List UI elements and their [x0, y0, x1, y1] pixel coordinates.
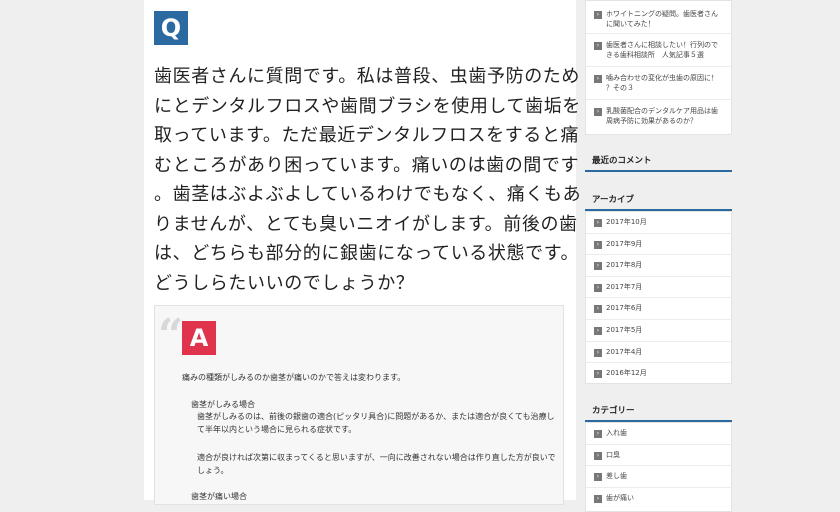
- chevron-right-icon: ›: [594, 348, 602, 357]
- archive-item[interactable]: › 2017年7月: [586, 277, 731, 299]
- question-line: にとデンタルフロスや歯間ブラシを使用して歯垢を: [154, 95, 581, 117]
- archive-label: 2017年6月: [606, 304, 643, 313]
- popular-post-line: に聞いてみた！: [606, 20, 655, 28]
- category-item[interactable]: › 口臭: [586, 445, 731, 467]
- chevron-right-icon: ›: [594, 283, 602, 292]
- category-label: 差し歯: [606, 472, 627, 481]
- chevron-right-icon: ›: [594, 473, 602, 482]
- archive-item[interactable]: › 2017年9月: [586, 234, 731, 256]
- category-item[interactable]: › 入れ歯: [586, 423, 731, 445]
- recent-comments-heading: 最近のコメント: [585, 152, 732, 172]
- archive-label: 2017年5月: [606, 325, 643, 334]
- quote-icon: “: [158, 310, 184, 361]
- chevron-right-icon: ›: [594, 240, 602, 249]
- answer-case1-text: 適合が良ければ次第に収まってくると思いますが、一向に改善されない場合は作り直した…: [197, 453, 556, 462]
- popular-posts-list: › ホワイトニングの疑問。歯医者さん に聞いてみた！ › 歯医者さんに相談したい…: [585, 0, 732, 135]
- popular-post-line: 歯医者さんに相談したい！行列ので: [606, 41, 718, 49]
- archive-label: 2017年8月: [606, 261, 643, 270]
- question-line: どうしらたいいのでしょうか？: [154, 272, 415, 294]
- question-line: は、どちらも部分的に銀歯になっている状態です。: [154, 243, 580, 264]
- popular-post-line: 乳酸菌配合のデンタルケア用品は歯: [606, 107, 718, 115]
- category-label: 歯が痛い: [606, 493, 634, 502]
- archive-label: 2017年10月: [606, 218, 647, 226]
- popular-post-line: ホワイトニングの疑問。歯医者さん: [606, 10, 718, 18]
- category-label: 入れ歯: [606, 429, 627, 437]
- popular-post-item[interactable]: › 噛み合わせの変化が虫歯の原因に！ ？その３: [586, 67, 731, 100]
- popular-post-line: 周病予防に効果があるのか？: [606, 117, 697, 125]
- answer-case2-heading: 歯茎が痛い場合: [191, 492, 247, 501]
- archive-heading: アーカイブ: [585, 191, 732, 211]
- category-item[interactable]: › 歯が痛い: [586, 488, 731, 510]
- archive-item[interactable]: › 2017年6月: [586, 298, 731, 320]
- question-line: むところがあり困っています。痛いのは歯の間です: [154, 154, 580, 176]
- question-text: 歯医者さんに質問です。私は普段、虫歯予防のため にとデンタルフロスや歯間ブラシを…: [154, 62, 582, 298]
- chevron-right-icon: ›: [594, 11, 602, 19]
- archive-label: 2016年12月: [606, 369, 647, 378]
- answer-case1-text: しょう。: [197, 466, 229, 475]
- chevron-right-icon: ›: [594, 430, 602, 438]
- archive-label: 2017年4月: [606, 347, 643, 356]
- archive-label: 2017年9月: [606, 239, 643, 248]
- answer-case1-text: て半年以内という場合に見られる症状です。: [197, 425, 357, 434]
- question-line: 。歯茎はぶよぶよしているわけでもなく、痛くもあ: [154, 184, 582, 205]
- chevron-right-icon: ›: [594, 42, 602, 50]
- category-heading: カテゴリー: [585, 402, 732, 422]
- popular-post-line: ？その３: [606, 84, 634, 92]
- popular-post-item[interactable]: › 歯医者さんに相談したい！行列ので きる歯科相談所 人気記事５選: [586, 34, 731, 67]
- popular-post-line: 噛み合わせの変化が虫歯の原因に！: [606, 74, 718, 82]
- question-line: 取っています。ただ最近デンタルフロスをすると痛: [154, 125, 580, 146]
- archive-label: 2017年7月: [606, 282, 643, 291]
- chevron-right-icon: ›: [594, 494, 602, 503]
- chevron-right-icon: ›: [594, 370, 602, 379]
- answer-case1-text: 歯茎がしみるのは、前後の銀歯の適合(ピッタリ具合)に問題があるか、または適合が良…: [197, 412, 555, 421]
- chevron-right-icon: ›: [594, 219, 602, 227]
- chevron-right-icon: ›: [594, 108, 602, 116]
- chevron-right-icon: ›: [594, 451, 602, 460]
- archive-item[interactable]: › 2017年10月: [586, 212, 731, 234]
- archive-item[interactable]: › 2016年12月: [586, 363, 731, 385]
- question-badge: Q: [154, 11, 188, 45]
- chevron-right-icon: ›: [594, 75, 602, 83]
- chevron-right-icon: ›: [594, 305, 602, 314]
- popular-post-item[interactable]: › 乳酸菌配合のデンタルケア用品は歯 周病予防に効果があるのか？: [586, 100, 731, 134]
- archive-item[interactable]: › 2017年8月: [586, 255, 731, 277]
- question-line: 歯医者さんに質問です。私は普段、虫歯予防のため: [154, 66, 580, 87]
- category-label: 口臭: [606, 450, 620, 459]
- answer-badge: A: [182, 321, 216, 355]
- popular-post-item[interactable]: › ホワイトニングの疑問。歯医者さん に聞いてみた！: [586, 1, 731, 34]
- chevron-right-icon: ›: [594, 326, 602, 335]
- popular-post-line: きる歯科相談所 人気記事５選: [606, 51, 704, 59]
- answer-intro: 痛みの種類がしみるのか歯茎が痛いのかで答えは変わります。: [182, 373, 406, 382]
- chevron-right-icon: ›: [594, 262, 602, 271]
- question-line: りませんが、とても臭いニオイがします。前後の歯: [154, 213, 578, 235]
- archive-item[interactable]: › 2017年4月: [586, 342, 731, 364]
- category-list: › 入れ歯 › 口臭 › 差し歯 › 歯が痛い: [585, 422, 732, 512]
- archive-item[interactable]: › 2017年5月: [586, 320, 731, 342]
- category-item[interactable]: › 差し歯: [586, 466, 731, 488]
- archive-list: › 2017年10月 › 2017年9月 › 2017年8月 › 2017年7月 › 20…: [585, 211, 732, 384]
